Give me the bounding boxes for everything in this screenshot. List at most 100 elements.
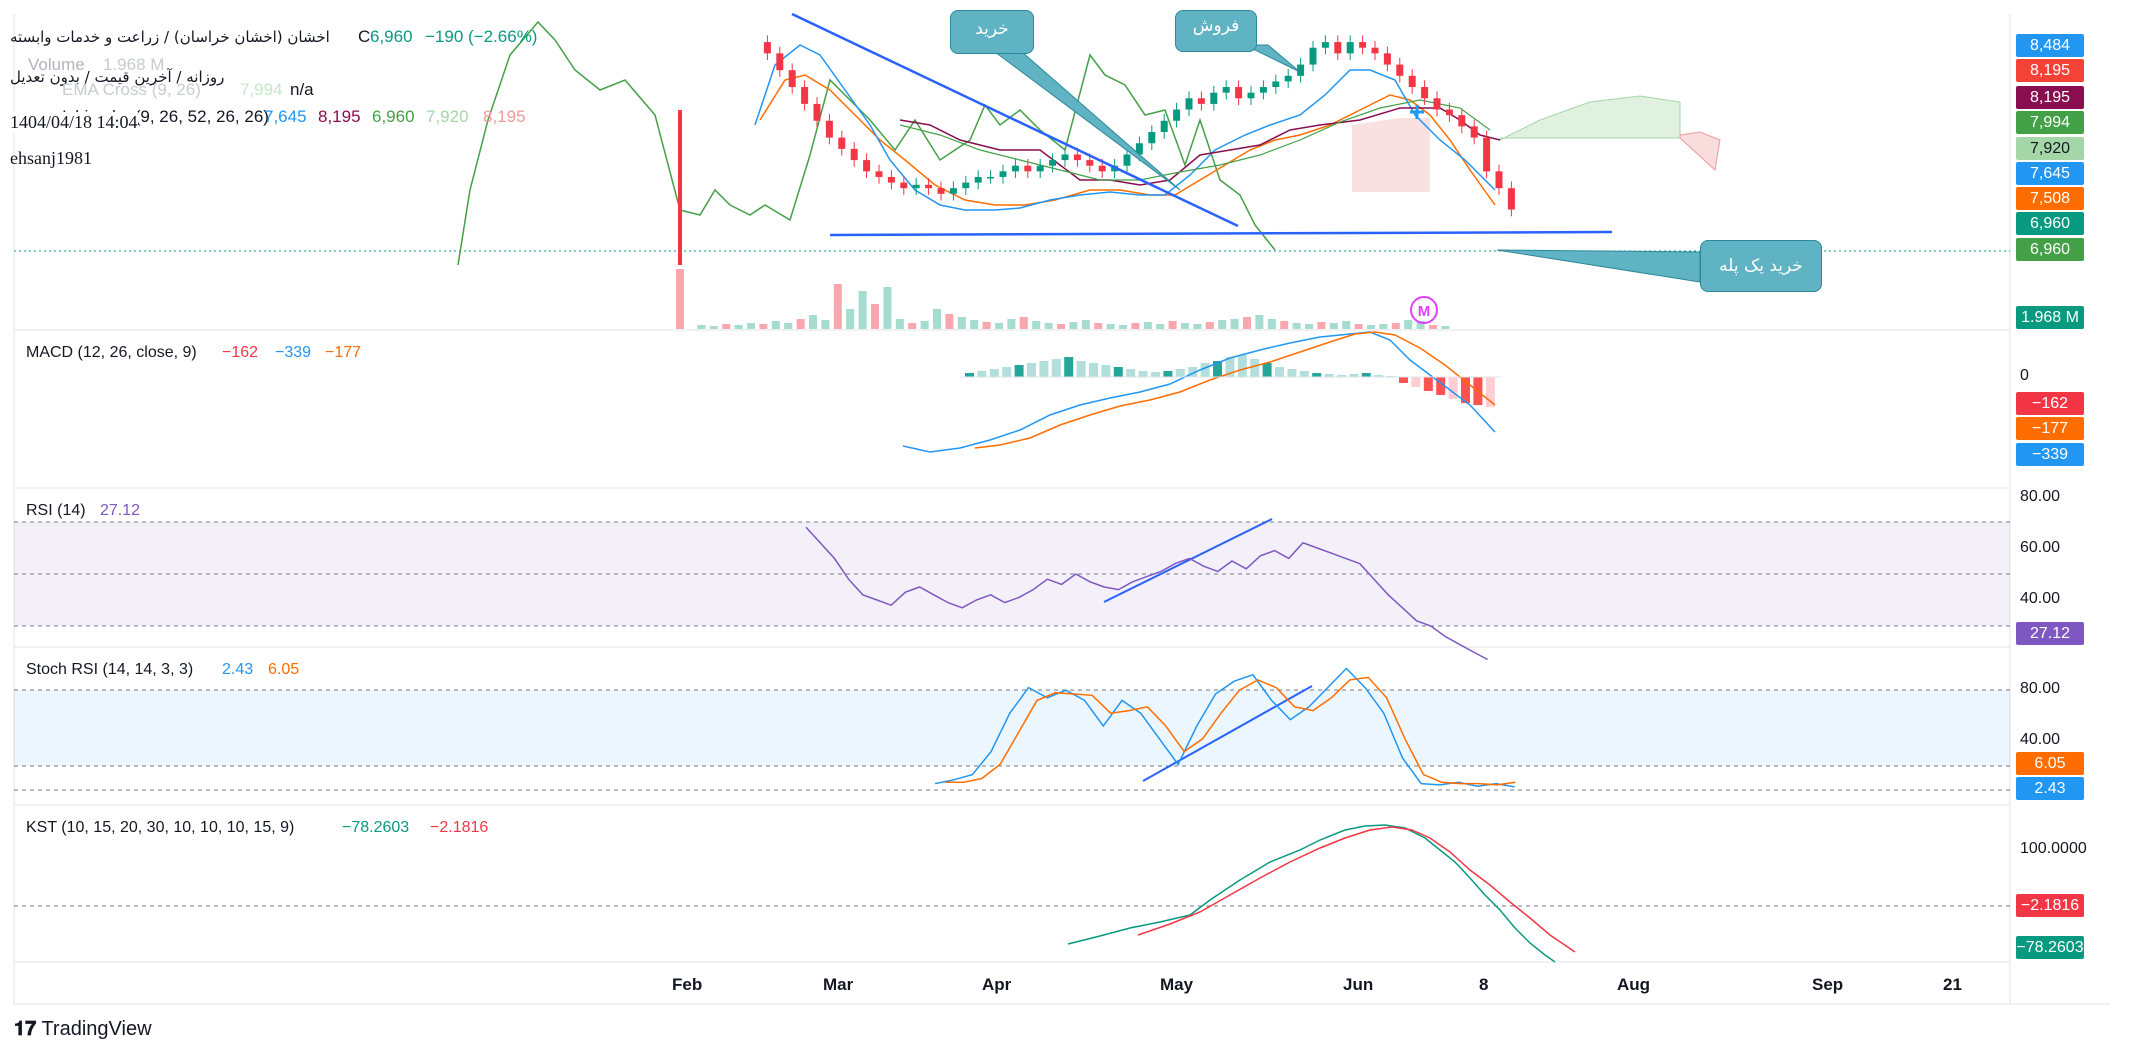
macd-hist-bar — [1262, 363, 1272, 377]
candle-body — [1359, 42, 1367, 48]
candle-body — [1173, 109, 1181, 121]
volume-bar — [1280, 321, 1289, 329]
volume-bar — [1181, 323, 1189, 329]
candle-body — [1073, 154, 1081, 161]
candle-body — [1036, 165, 1044, 172]
na-value: n/a — [290, 80, 314, 99]
volume-bar — [734, 325, 743, 329]
volume-bar — [858, 291, 867, 329]
macd-hist-bar — [1448, 377, 1458, 399]
pane-separators — [13, 14, 2110, 1005]
candle-body — [813, 103, 821, 121]
rsi-axis-40: 40.00 — [2020, 590, 2061, 607]
rsi-label: RSI (14) — [26, 502, 86, 519]
callout-buy[interactable]: خرید — [950, 10, 1034, 54]
candle-body — [1222, 87, 1230, 93]
candle-body — [1235, 87, 1243, 99]
candle-body — [1185, 98, 1193, 110]
candle-body — [1247, 92, 1255, 99]
volume-bar — [957, 317, 966, 329]
candle-body — [1210, 92, 1218, 104]
volume-bar — [1379, 324, 1388, 329]
volume-bar — [771, 321, 780, 329]
macd-hist-bar — [1039, 361, 1049, 377]
chart-canvas[interactable]: M — [0, 0, 2130, 1055]
kst-line — [1067, 824, 1556, 963]
tradingview-logo[interactable]: 𝟏𝟕 TradingView — [14, 1018, 152, 1041]
macd-label: MACD (12, 26, close, 9) — [26, 344, 197, 361]
volume-bar — [895, 319, 904, 329]
macd-axis-zero: 0 — [2020, 367, 2029, 384]
macd-hist-bar — [1051, 359, 1061, 377]
candle-body — [1148, 132, 1156, 144]
candle-body — [1284, 75, 1292, 82]
volume-bar — [1205, 322, 1214, 329]
candle-body — [850, 148, 858, 161]
candle-body — [678, 110, 682, 265]
volume-bar — [1131, 323, 1140, 329]
stoch-badge-k: 2.43 — [2016, 777, 2084, 800]
volume-bar — [1007, 319, 1016, 329]
candle-body — [776, 53, 784, 71]
volume-bar — [920, 321, 929, 329]
datetime: 1404/04/18 14:04 — [10, 112, 138, 133]
volume-bar — [1255, 315, 1264, 329]
volume-bar — [833, 284, 842, 329]
candle-body — [1433, 98, 1441, 110]
callout-buy-step[interactable]: خرید یک پله — [1700, 240, 1822, 292]
macd-hist-bar — [1126, 369, 1136, 377]
volume-bar — [871, 304, 879, 329]
kst-badge-kst: −78.2603 — [2016, 936, 2084, 959]
rsi-value: 27.12 — [100, 502, 141, 519]
candle-body — [1470, 126, 1478, 138]
volume-bar — [1156, 324, 1165, 329]
candle-body — [1259, 87, 1267, 93]
macd-hist-bar — [1485, 377, 1495, 407]
macd-hist-bar — [1175, 369, 1185, 377]
callout-sell[interactable]: فروش — [1175, 10, 1257, 52]
candle-body — [1309, 47, 1317, 65]
candle-body — [1408, 75, 1416, 88]
volume-bar — [796, 319, 805, 329]
candle-body — [1061, 154, 1069, 161]
candle-body — [1445, 109, 1453, 116]
candle-body — [937, 188, 945, 194]
ichi-val-4: 8,195 — [483, 107, 526, 126]
change-value: −190 (−2.66%) — [425, 27, 538, 46]
volume-bars — [676, 269, 1450, 329]
volume-bar — [809, 315, 817, 329]
candle-body — [838, 137, 846, 149]
volume-bar — [709, 326, 718, 329]
macd-signal-line — [974, 331, 1496, 449]
volume-bar — [1404, 320, 1413, 329]
ichimoku-cloud-red — [1679, 131, 1721, 171]
rsi-badge: 27.12 — [2016, 622, 2084, 645]
macd-badge-signal: −177 — [2016, 417, 2084, 440]
candle-body — [801, 87, 809, 104]
volume-bar — [1391, 323, 1400, 329]
ichimoku-lagging-span — [457, 20, 1276, 266]
close-prefix: C — [358, 27, 371, 46]
x-axis-may: May — [1160, 975, 1194, 994]
callout-buy-pointer — [993, 51, 1181, 191]
volume-bar — [1032, 321, 1041, 329]
candle-body — [912, 184, 920, 189]
macd-badge-hist: −162 — [2016, 392, 2084, 415]
macd-hist-bar — [1411, 377, 1421, 387]
rsi-axis-80: 80.00 — [2020, 488, 2061, 505]
candle-body — [949, 188, 957, 194]
ema-value: 7,994 — [240, 80, 283, 99]
macd-value-macd: −339 — [275, 344, 312, 361]
macd-hist-bar — [1361, 373, 1371, 377]
volume-badge: 1.968 M — [2016, 306, 2084, 329]
candle-body — [1371, 47, 1379, 54]
price-badge: 7,645 — [2016, 162, 2084, 185]
symbol-title: اخشان (اخشان خراسان) / زراعت و خدمات واب… — [10, 28, 330, 46]
candle-body — [1272, 81, 1280, 88]
candle-body — [1458, 115, 1466, 127]
volume-bar — [1069, 322, 1078, 329]
ichimoku-cloud-red-recent — [1352, 118, 1430, 192]
stoch-axis-40: 40.00 — [2020, 731, 2061, 748]
volume-bar — [1230, 319, 1239, 329]
candle-body — [763, 42, 771, 54]
